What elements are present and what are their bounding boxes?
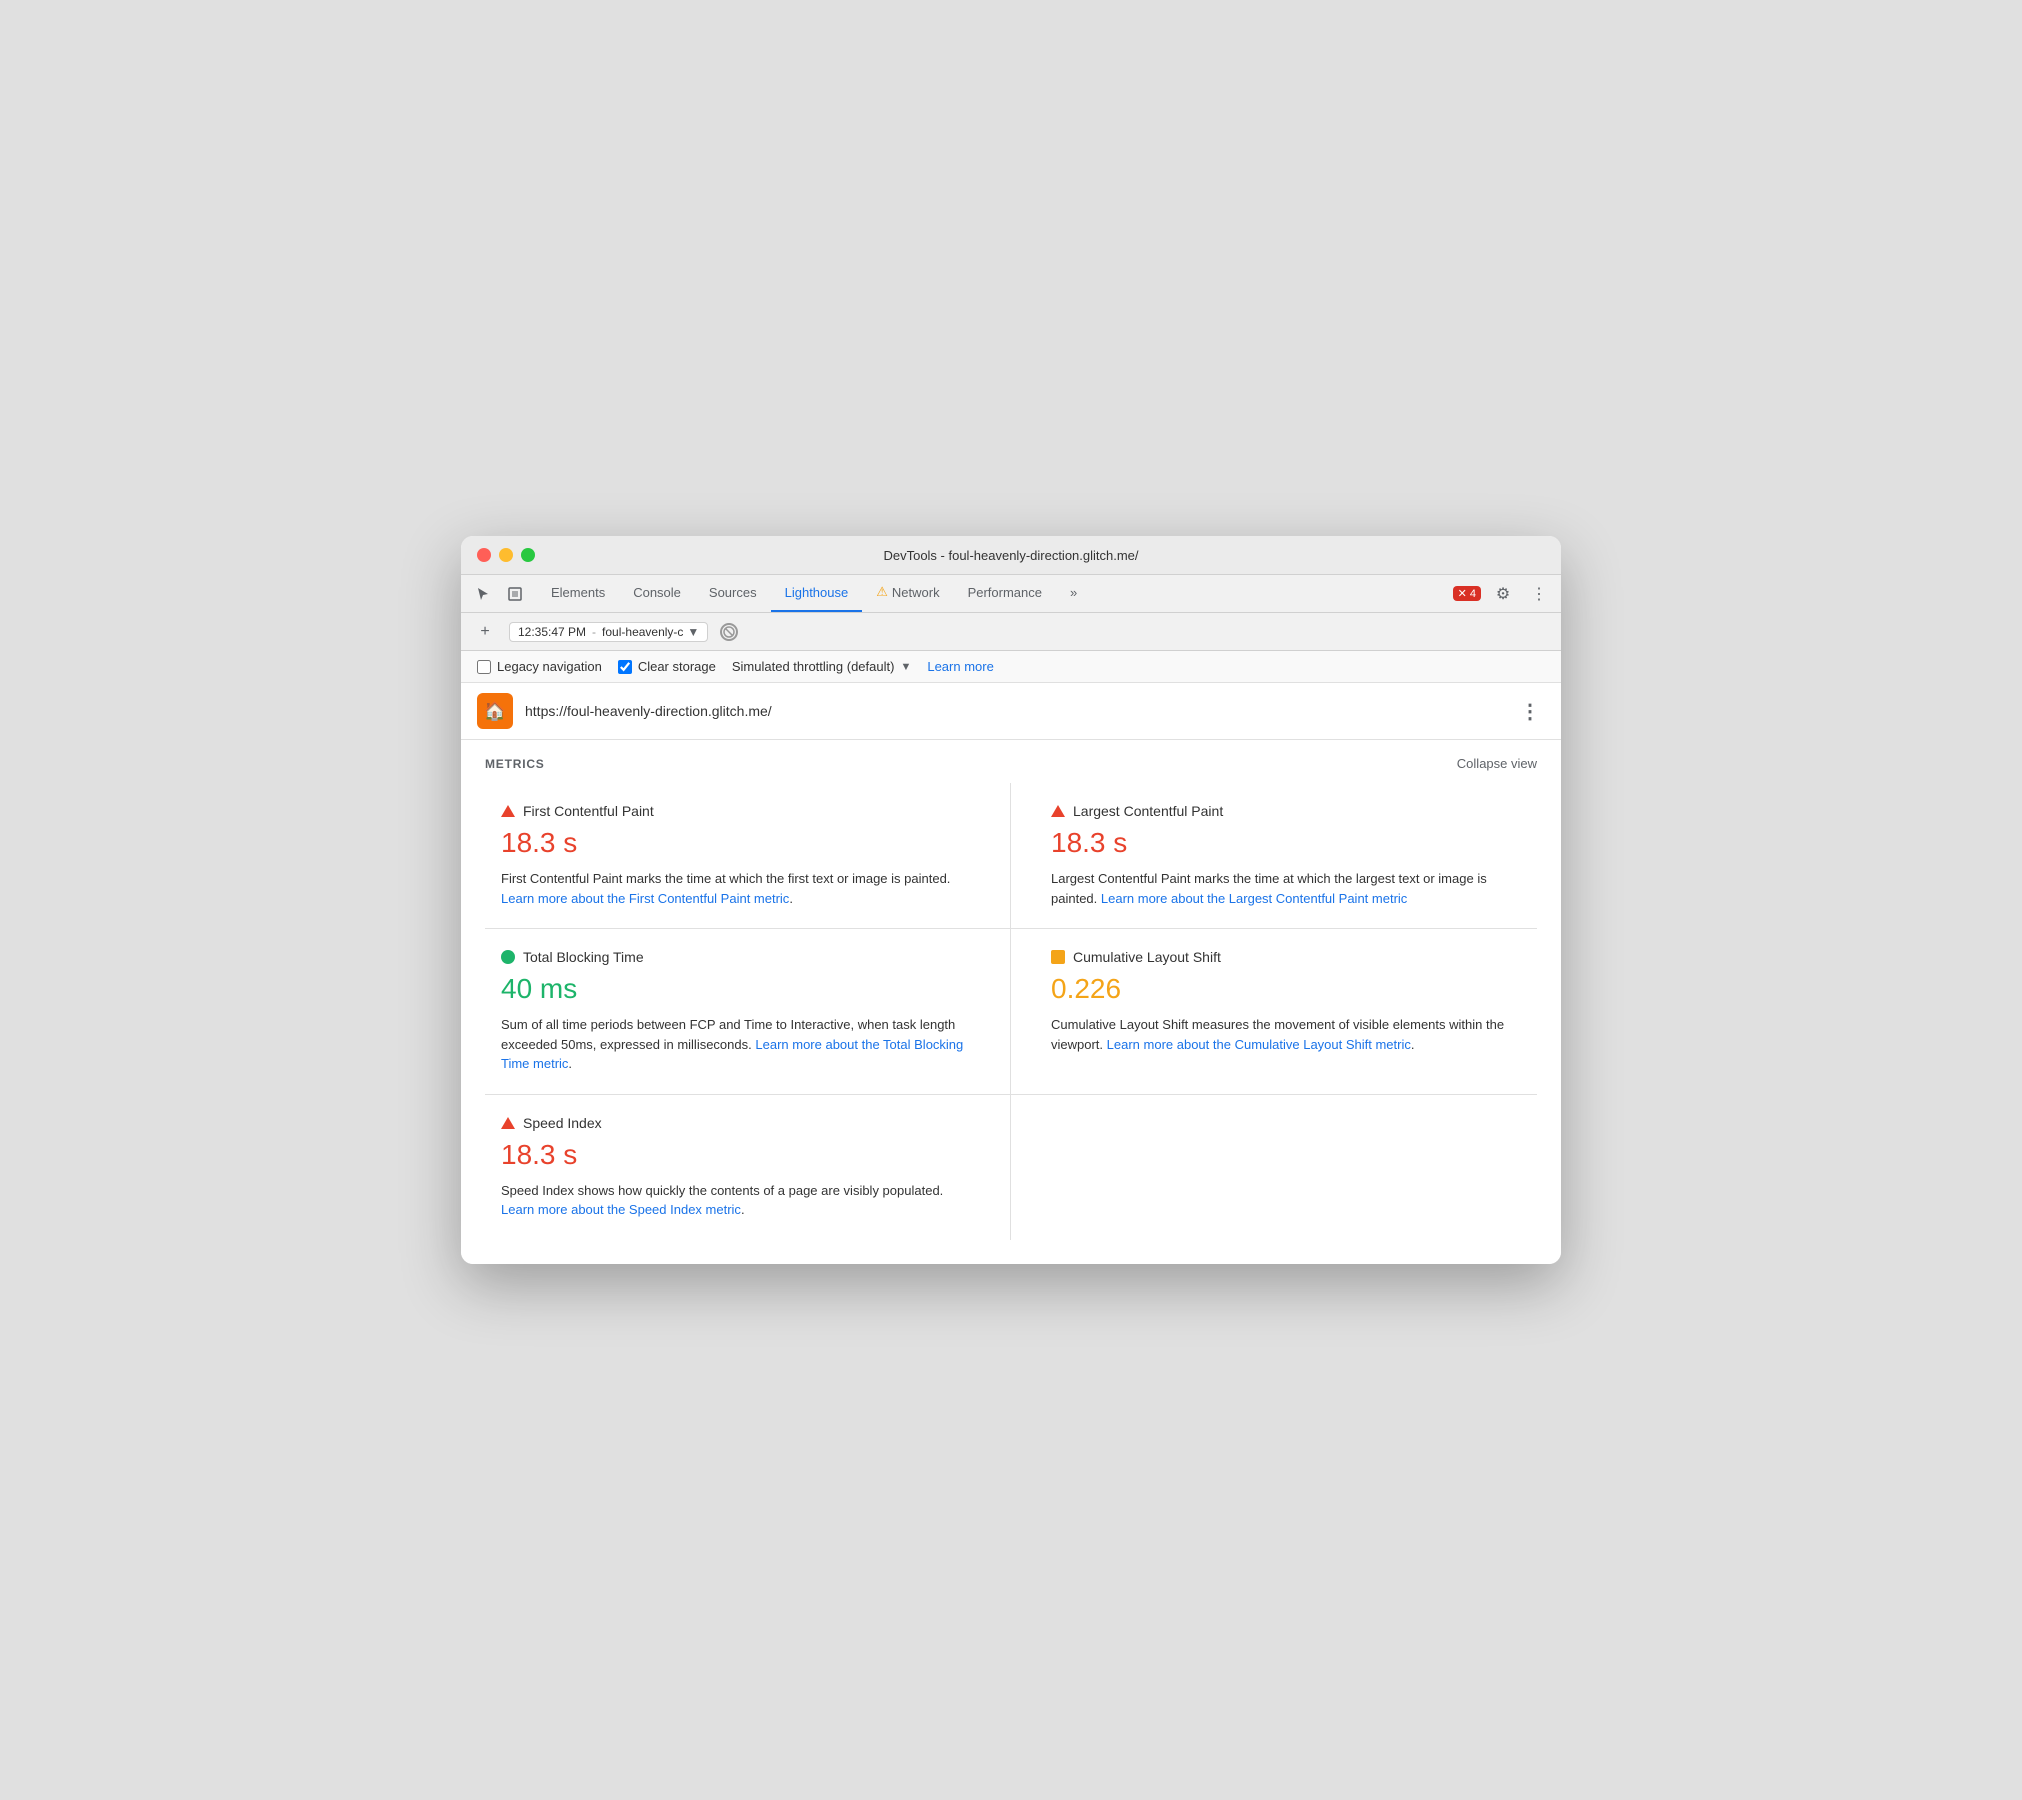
session-info[interactable]: 12:35:47 PM - foul-heavenly-c ▼ (509, 622, 708, 642)
more-options-icon[interactable]: ⋮ (1525, 580, 1553, 608)
metrics-grid: First Contentful Paint 18.3 s First Cont… (485, 783, 1537, 1240)
metric-lcp-name: Largest Contentful Paint (1073, 803, 1223, 819)
close-button[interactable] (477, 548, 491, 562)
metric-cls-header: Cumulative Layout Shift (1051, 949, 1513, 965)
tab-more[interactable]: » (1056, 574, 1091, 612)
session-dropdown-icon[interactable]: ▼ (687, 625, 699, 639)
main-content: METRICS Collapse view First Contentful P… (461, 740, 1561, 1264)
devtools-tabs-bar: Elements Console Sources Lighthouse ⚠ Ne… (461, 575, 1561, 613)
metric-si: Speed Index 18.3 s Speed Index shows how… (485, 1095, 1011, 1240)
metric-cls-indicator-icon (1051, 950, 1065, 964)
metric-lcp-value: 18.3 s (1051, 827, 1513, 859)
add-session-button[interactable]: + (473, 620, 497, 644)
legacy-navigation-checkbox[interactable] (477, 660, 491, 674)
cursor-icon[interactable] (469, 580, 497, 608)
metric-fcp-description: First Contentful Paint marks the time at… (501, 869, 970, 908)
clear-storage-checkbox[interactable] (618, 660, 632, 674)
url-more-options-icon[interactable]: ⋮ (1516, 695, 1545, 728)
metric-si-indicator-icon (501, 1117, 515, 1129)
inspect-icon[interactable] (501, 580, 529, 608)
metric-tbt: Total Blocking Time 40 ms Sum of all tim… (485, 929, 1011, 1095)
traffic-lights (477, 548, 535, 562)
metric-lcp-indicator-icon (1051, 805, 1065, 817)
tab-lighthouse[interactable]: Lighthouse (771, 574, 863, 612)
metric-tbt-value: 40 ms (501, 973, 970, 1005)
session-separator: - (592, 625, 596, 639)
lighthouse-favicon-icon: 🏠 (477, 693, 513, 729)
metric-si-header: Speed Index (501, 1115, 970, 1131)
metric-fcp: First Contentful Paint 18.3 s First Cont… (485, 783, 1011, 929)
tab-sources[interactable]: Sources (695, 574, 771, 612)
metrics-section-title: METRICS (485, 757, 545, 771)
error-x-icon: ✕ (1458, 587, 1467, 600)
metric-fcp-learn-more-link[interactable]: Learn more about the First Contentful Pa… (501, 891, 789, 906)
metric-cls-learn-more-link[interactable]: Learn more about the Cumulative Layout S… (1107, 1037, 1411, 1052)
tabs-list: Elements Console Sources Lighthouse ⚠ Ne… (537, 575, 1453, 612)
metric-lcp-description: Largest Contentful Paint marks the time … (1051, 869, 1513, 908)
toolbar: + 12:35:47 PM - foul-heavenly-c ▼ (461, 613, 1561, 651)
metric-si-learn-more-link[interactable]: Learn more about the Speed Index metric (501, 1202, 741, 1217)
tab-network[interactable]: ⚠ Network (862, 574, 953, 612)
metric-si-name: Speed Index (523, 1115, 602, 1131)
metric-lcp: Largest Contentful Paint 18.3 s Largest … (1011, 783, 1537, 929)
metric-cls: Cumulative Layout Shift 0.226 Cumulative… (1011, 929, 1537, 1095)
metric-lcp-learn-more-link[interactable]: Learn more about the Largest Contentful … (1101, 891, 1407, 906)
tab-console[interactable]: Console (619, 574, 695, 612)
metric-fcp-value: 18.3 s (501, 827, 970, 859)
maximize-button[interactable] (521, 548, 535, 562)
metric-fcp-header: First Contentful Paint (501, 803, 970, 819)
devtools-window: DevTools - foul-heavenly-direction.glitc… (461, 536, 1561, 1264)
metric-lcp-header: Largest Contentful Paint (1051, 803, 1513, 819)
metrics-header: METRICS Collapse view (485, 740, 1537, 783)
metric-cls-name: Cumulative Layout Shift (1073, 949, 1221, 965)
network-warning-icon: ⚠ (876, 584, 888, 600)
tab-performance[interactable]: Performance (954, 574, 1056, 612)
learn-more-link[interactable]: Learn more (927, 659, 993, 674)
options-bar: Legacy navigation Clear storage Simulate… (461, 651, 1561, 683)
tabs-right-controls: ✕ 4 ⚙ ⋮ (1453, 580, 1553, 608)
metric-cls-value: 0.226 (1051, 973, 1513, 1005)
tab-elements[interactable]: Elements (537, 574, 619, 612)
url-text: https://foul-heavenly-direction.glitch.m… (525, 703, 1504, 719)
metric-tbt-description: Sum of all time periods between FCP and … (501, 1015, 970, 1074)
devtools-icons (469, 580, 529, 608)
metric-fcp-indicator-icon (501, 805, 515, 817)
collapse-view-button[interactable]: Collapse view (1457, 756, 1537, 771)
window-title: DevTools - foul-heavenly-direction.glitc… (883, 548, 1138, 563)
metric-si-value: 18.3 s (501, 1139, 970, 1171)
url-bar: 🏠 https://foul-heavenly-direction.glitch… (461, 683, 1561, 740)
metric-tbt-indicator-icon (501, 950, 515, 964)
settings-icon[interactable]: ⚙ (1489, 580, 1517, 608)
metric-tbt-name: Total Blocking Time (523, 949, 644, 965)
no-throttle-icon[interactable] (720, 623, 738, 641)
metric-cls-description: Cumulative Layout Shift measures the mov… (1051, 1015, 1513, 1054)
throttling-select[interactable]: Simulated throttling (default) ▼ (732, 659, 911, 674)
error-badge[interactable]: ✕ 4 (1453, 586, 1481, 601)
legacy-navigation-label[interactable]: Legacy navigation (477, 659, 602, 674)
metric-fcp-name: First Contentful Paint (523, 803, 654, 819)
throttle-dropdown-icon: ▼ (900, 661, 911, 673)
metric-tbt-header: Total Blocking Time (501, 949, 970, 965)
session-url: foul-heavenly-c (602, 625, 683, 639)
minimize-button[interactable] (499, 548, 513, 562)
title-bar: DevTools - foul-heavenly-direction.glitc… (461, 536, 1561, 575)
session-time: 12:35:47 PM (518, 625, 586, 639)
metric-si-description: Speed Index shows how quickly the conten… (501, 1181, 970, 1220)
clear-storage-label[interactable]: Clear storage (618, 659, 716, 674)
